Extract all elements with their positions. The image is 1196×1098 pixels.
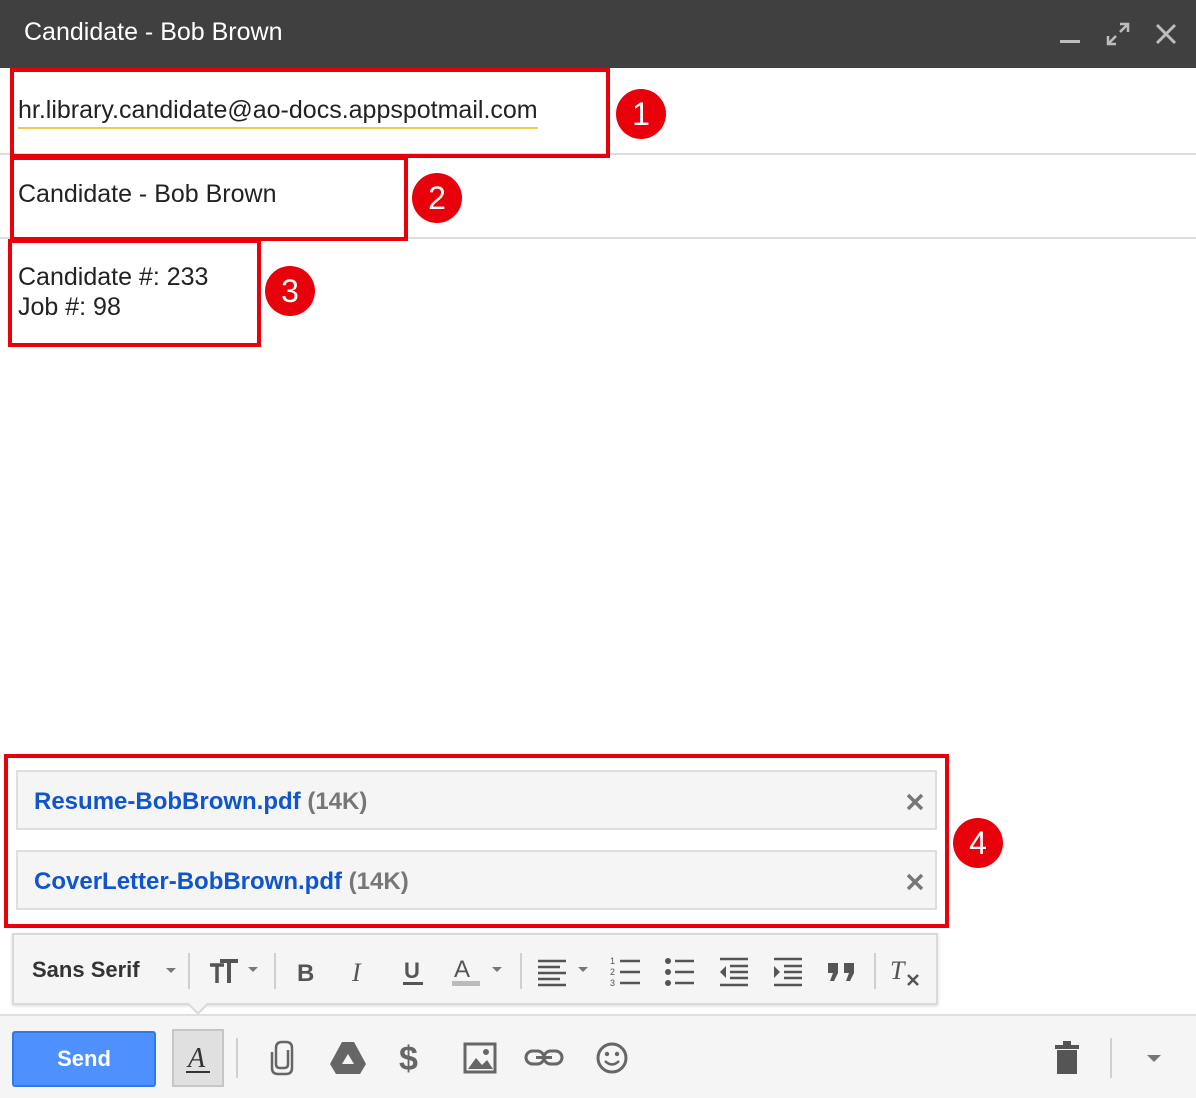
text-color-icon[interactable]: A — [450, 953, 512, 989]
annotation-box-1 — [10, 68, 610, 158]
svg-text:A: A — [454, 956, 470, 983]
numbered-list-icon[interactable]: 1 2 3 — [608, 953, 644, 989]
money-icon[interactable]: $ — [396, 1038, 426, 1078]
annotation-badge-2: 2 — [412, 173, 462, 223]
svg-text:2: 2 — [610, 967, 615, 977]
more-options-icon[interactable] — [1144, 1052, 1164, 1066]
drive-icon[interactable] — [328, 1040, 368, 1076]
formatting-toggle-button[interactable]: A — [172, 1029, 224, 1087]
chevron-down-icon — [165, 968, 176, 974]
align-icon[interactable] — [534, 953, 594, 989]
toolbar-divider — [874, 953, 876, 989]
toolbar-divider — [520, 953, 522, 989]
svg-text:$: $ — [399, 1040, 418, 1078]
compose-title-bar[interactable]: Candidate - Bob Brown — [0, 0, 1196, 68]
window-title: Candidate - Bob Brown — [24, 18, 283, 46]
close-icon[interactable] — [1152, 20, 1180, 48]
link-icon[interactable] — [524, 1046, 564, 1070]
quote-icon[interactable] — [824, 953, 860, 989]
svg-text:A: A — [186, 1043, 206, 1074]
send-button[interactable]: Send — [12, 1031, 156, 1087]
trash-icon[interactable] — [1052, 1040, 1082, 1076]
photo-icon[interactable] — [462, 1040, 498, 1076]
underline-icon[interactable]: U — [396, 953, 432, 989]
annotation-box-2 — [10, 156, 408, 241]
svg-text:I: I — [351, 958, 362, 987]
svg-text:T: T — [890, 956, 906, 985]
formatting-toggle-icon: A — [186, 1043, 210, 1074]
font-size-icon[interactable] — [204, 953, 262, 989]
bulleted-list-icon[interactable] — [662, 953, 698, 989]
toolbar-caret-inner — [188, 1002, 208, 1012]
svg-text:U: U — [404, 958, 420, 983]
indent-less-icon[interactable] — [716, 953, 752, 989]
annotation-badge-3: 3 — [265, 266, 315, 316]
annotation-box-3 — [8, 239, 261, 347]
annotation-box-4 — [4, 754, 949, 928]
bottom-bar-divider — [236, 1038, 238, 1078]
attach-icon[interactable] — [264, 1038, 300, 1078]
expand-icon[interactable] — [1104, 20, 1132, 48]
svg-text:3: 3 — [610, 978, 615, 988]
annotation-badge-4: 4 — [953, 818, 1003, 868]
remove-formatting-icon[interactable]: T — [886, 953, 926, 989]
annotation-badge-1: 1 — [616, 89, 666, 139]
emoji-icon[interactable] — [594, 1040, 630, 1076]
bold-icon[interactable]: B — [288, 953, 324, 989]
svg-text:1: 1 — [610, 956, 615, 966]
minimize-icon[interactable] — [1056, 20, 1084, 48]
compose-bottom-bar: Send A $ — [0, 1014, 1196, 1098]
toolbar-divider — [188, 953, 190, 989]
bottom-bar-divider — [1110, 1038, 1112, 1078]
svg-text:B: B — [297, 960, 314, 987]
toolbar-divider — [274, 953, 276, 989]
font-family-select[interactable]: Sans Serif — [32, 957, 178, 983]
font-family-label: Sans Serif — [32, 957, 140, 982]
italic-icon[interactable]: I — [342, 953, 378, 989]
formatting-toolbar: Sans Serif B I U A 1 2 3 T — [12, 933, 938, 1005]
indent-more-icon[interactable] — [770, 953, 806, 989]
